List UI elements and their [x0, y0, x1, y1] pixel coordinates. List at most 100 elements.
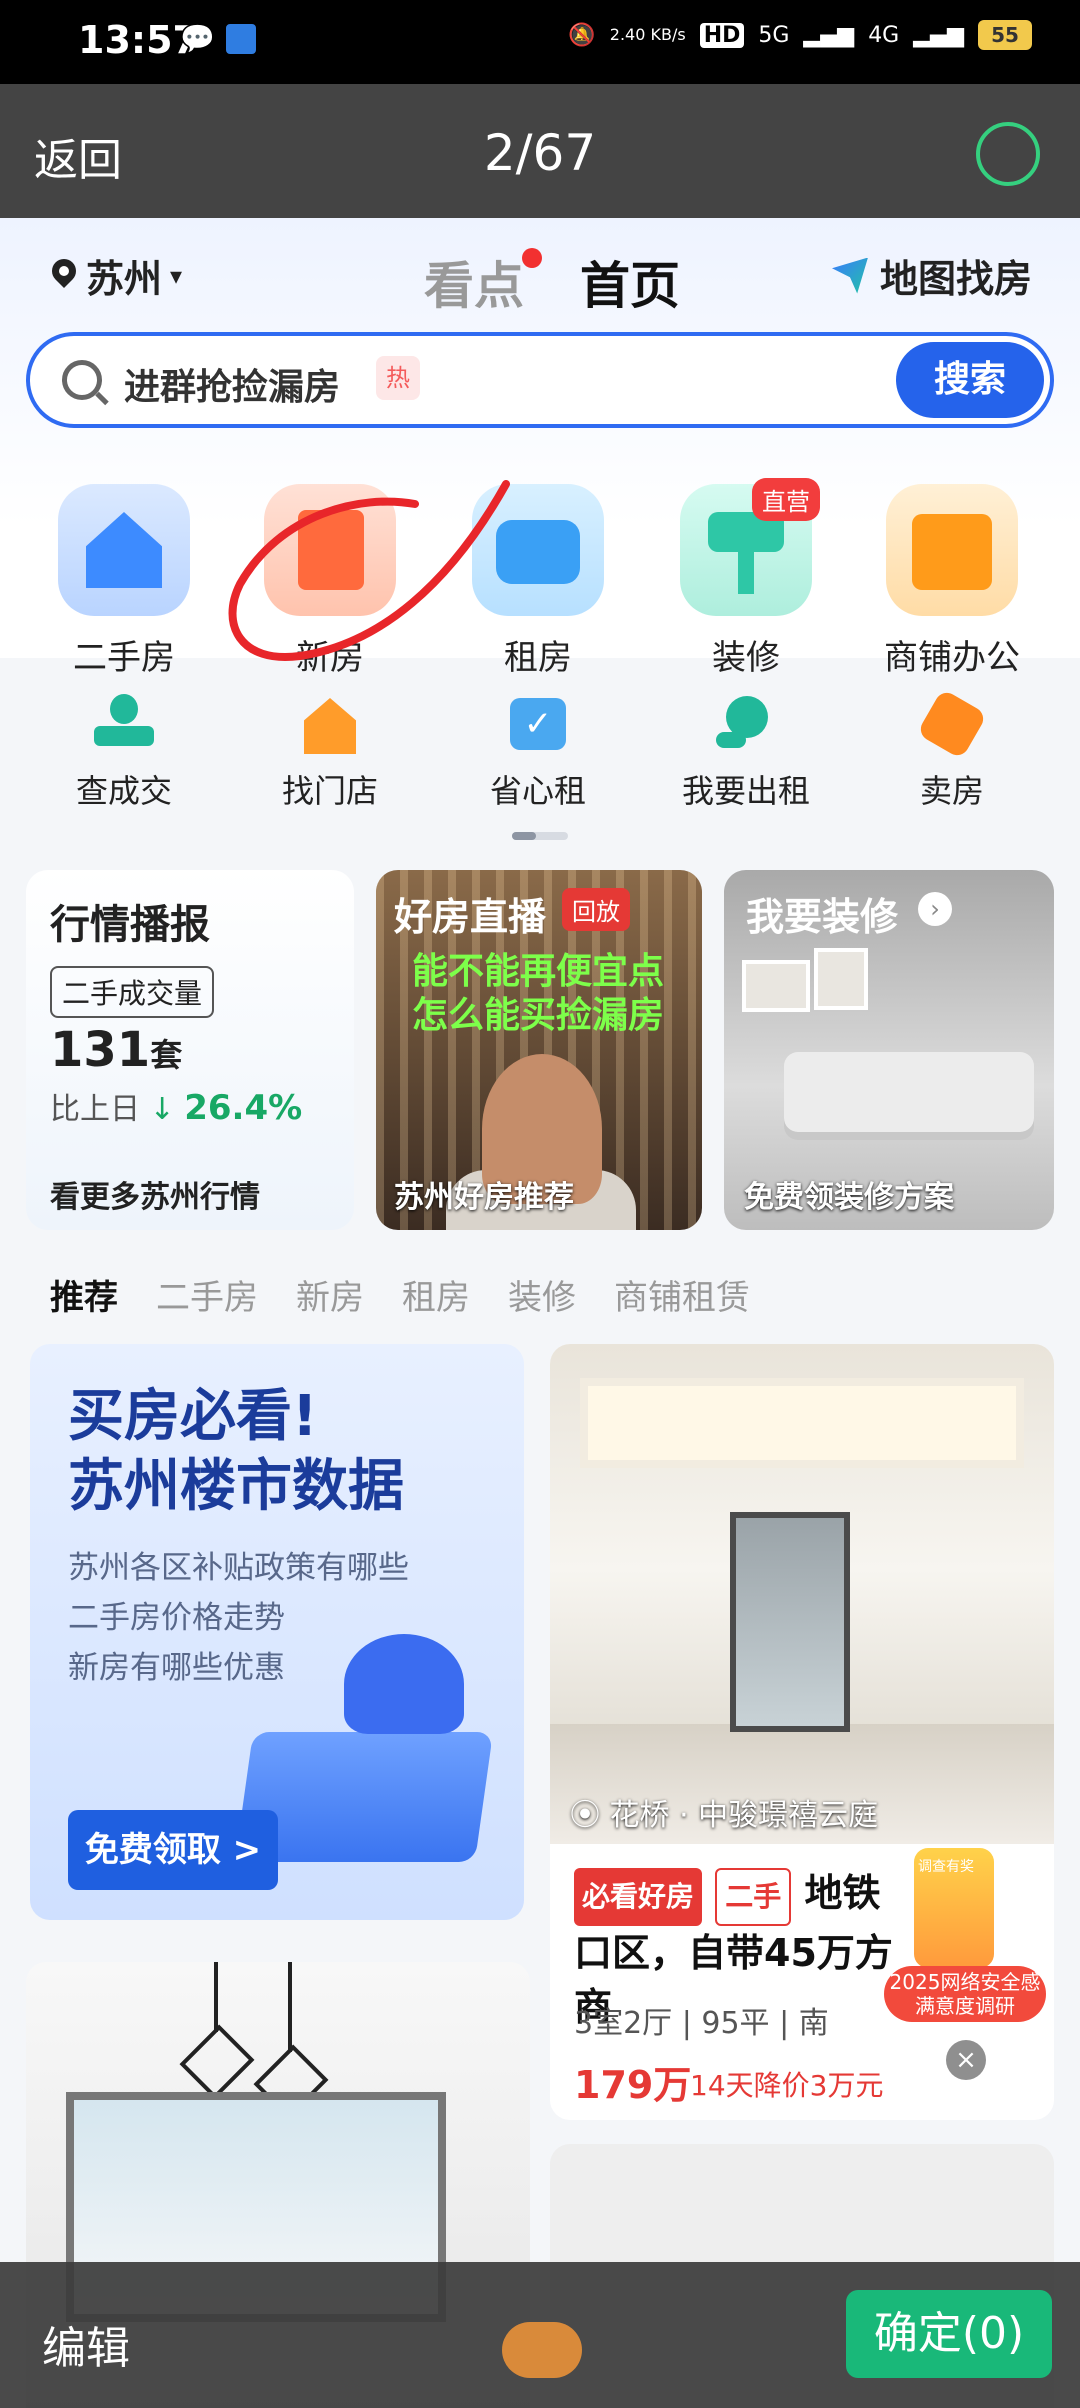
live-title: 好房直播 — [394, 895, 547, 939]
select-circle[interactable] — [976, 122, 1040, 186]
map-pointer-icon — [831, 257, 868, 294]
pendant-lamp-icon — [179, 2024, 255, 2100]
tab-watch[interactable]: 看点 — [424, 246, 542, 318]
sub-label: 找门店 — [281, 772, 378, 810]
category-shop-office[interactable]: 商铺办公 — [852, 484, 1052, 679]
mascot-illustration — [344, 1634, 464, 1734]
signal-bars-icon: ▂▄▆ — [803, 22, 855, 48]
tag-icon — [916, 688, 988, 760]
location-pin-icon: ⦿ — [570, 1798, 600, 1833]
image-counter: 2/67 — [483, 124, 597, 182]
location-pin-icon — [50, 259, 78, 293]
market-report-card[interactable]: 行情播报 二手成交量 131套 比上日 ↓ 26.4% 看更多苏州行情 — [26, 870, 354, 1230]
sub-find-store[interactable]: 找门店 — [230, 694, 430, 812]
promo-card[interactable]: 买房必看! 苏州楼市数据 苏州各区补贴政策有哪些 二手房价格走势 新房有哪些优惠… — [30, 1344, 524, 1920]
listing-card[interactable]: ⦿ 花桥 · 中骏璟禧云庭 必看好房 二手 地铁口区，自带45万方商 3室2厅 … — [550, 1344, 1054, 2120]
search-button[interactable]: 搜索 — [896, 342, 1044, 418]
decor-title: 我要装修 — [746, 895, 899, 939]
sub-list-rental[interactable]: 我要出租 — [646, 694, 846, 812]
signal-4g: 4G — [868, 22, 900, 48]
survey-label: 2025网络安全感 满意度调研 — [884, 1966, 1046, 2022]
market-pill: 二手成交量 — [50, 966, 215, 1018]
secondhand-tag: 二手 — [715, 1868, 792, 1926]
survey-floating-ad[interactable]: 调查有奖 2025网络安全感 满意度调研 — [884, 1848, 1046, 2028]
listing-location-text: 花桥 · 中骏璟禧云庭 — [609, 1798, 879, 1833]
category-secondhand[interactable]: 二手房 — [24, 484, 224, 679]
check-card-icon: ✓ — [502, 694, 574, 758]
viewer-top-bar: 返回 2/67 — [0, 84, 1080, 218]
city-name: 苏州 — [86, 257, 163, 301]
decor-bottom-label: 免费领装修方案 — [744, 1180, 954, 1215]
shop-icon — [886, 484, 1018, 616]
status-right: 🔕 2.40 KB/s HD 5G ▂▄▆ 4G ▂▄▆ 55 — [568, 20, 1032, 50]
app-screen: 苏州 ▾ 看点 首页 地图找房 进群抢捡漏房 热 搜索 二手房 新房 租房 直营… — [0, 218, 1080, 2408]
mute-icon: 🔕 — [568, 22, 596, 48]
category-decoration[interactable]: 直营 装修 — [646, 478, 846, 679]
signal-5g: 5G — [758, 22, 790, 48]
survey-line-1: 2025网络安全感 — [889, 1970, 1041, 1994]
market-count-value: 131 — [50, 1022, 151, 1078]
map-search-link[interactable]: 地图找房 — [831, 248, 1032, 303]
close-icon[interactable]: × — [946, 2040, 986, 2080]
tab-watch-label: 看点 — [424, 257, 524, 315]
filter-tab-recommend[interactable]: 推荐 — [50, 1270, 118, 1319]
live-caption-2: 怎么能买捡漏房 — [412, 995, 665, 1036]
stamp-icon — [88, 694, 160, 758]
wall-picture-2 — [814, 948, 868, 1010]
sub-label: 我要出租 — [681, 772, 810, 810]
signal-bars-icon-2: ▂▄▆ — [913, 22, 964, 48]
store-search-icon — [294, 694, 366, 758]
promo-bullet-3: 新房有哪些优惠 — [68, 1650, 285, 1686]
market-count: 131套 — [50, 1022, 182, 1078]
sub-label: 卖房 — [919, 772, 984, 810]
sub-sell-home[interactable]: 卖房 — [852, 688, 1052, 812]
paint-roller-icon: 直营 — [680, 478, 820, 616]
status-bar: 13:57 💬 🔕 2.40 KB/s HD 5G ▂▄▆ 4G ▂▄▆ 55 — [0, 0, 1080, 84]
filter-tab-decoration[interactable]: 装修 — [508, 1270, 576, 1319]
edit-button[interactable]: 编辑 — [42, 2312, 130, 2376]
promo-headline-1: 买房必看! — [68, 1384, 318, 1449]
room-window — [730, 1512, 850, 1732]
map-search-label: 地图找房 — [879, 257, 1032, 301]
sub-deal-query[interactable]: 查成交 — [24, 694, 224, 812]
market-compare: 比上日 ↓ 26.4% — [50, 1084, 302, 1128]
phone-illustration-icon: 调查有奖 — [914, 1848, 994, 1968]
hd-badge: HD — [699, 22, 745, 48]
direct-badge: 直营 — [752, 478, 820, 521]
confirm-button[interactable]: 确定(0) — [846, 2290, 1052, 2378]
filter-tab-secondhand[interactable]: 二手房 — [156, 1270, 258, 1319]
replay-badge: 回放 — [562, 888, 630, 931]
filter-tab-newhome[interactable]: 新房 — [296, 1270, 364, 1319]
filter-tab-shop-rent[interactable]: 商铺租赁 — [614, 1270, 750, 1319]
house-icon — [58, 484, 190, 616]
promo-bullet-1: 苏州各区补贴政策有哪些 — [68, 1550, 409, 1586]
market-title: 行情播报 — [50, 902, 210, 948]
wall-picture — [742, 960, 810, 1012]
market-more-link[interactable]: 看更多苏州行情 — [50, 1172, 260, 1216]
listing-spec: 3室2厅 | 95平 | 南 — [574, 2006, 829, 2041]
search-bar[interactable]: 进群抢捡漏房 热 搜索 — [26, 332, 1054, 428]
sub-easy-rent[interactable]: ✓ 省心租 — [438, 694, 638, 812]
tab-home[interactable]: 首页 — [580, 246, 680, 318]
category-label: 商铺办公 — [884, 638, 1020, 678]
promo-headline: 买房必看! 苏州楼市数据 — [68, 1382, 404, 1522]
city-selector[interactable]: 苏州 ▾ — [50, 248, 182, 303]
listing-location: ⦿ 花桥 · 中骏璟禧云庭 — [570, 1790, 878, 1834]
market-compare-label: 比上日 — [50, 1092, 140, 1127]
sub-label: 查成交 — [75, 772, 172, 810]
search-input[interactable]: 进群抢捡漏房 — [124, 358, 340, 410]
promo-claim-button[interactable]: 免费领取 > — [68, 1810, 278, 1890]
promo-headline-2: 苏州楼市数据 — [68, 1454, 404, 1519]
sofa-image — [784, 1052, 1034, 1132]
filter-tab-rent[interactable]: 租房 — [402, 1270, 470, 1319]
red-annotation-scribble — [228, 480, 510, 662]
live-stream-card[interactable]: 好房直播 回放 能不能再便宜点 怎么能买捡漏房 苏州好房推荐 — [376, 870, 702, 1230]
listing-photo: ⦿ 花桥 · 中骏璟禧云庭 — [550, 1344, 1054, 1844]
arrow-down-icon: ↓ — [149, 1092, 175, 1127]
feed-filter-tabs: 推荐 二手房 新房 租房 装修 商铺租赁 — [50, 1270, 750, 1319]
survey-top-label: 调查有奖 — [918, 1859, 974, 1875]
category-pager — [512, 832, 568, 840]
decoration-card[interactable]: 我要装修 › 免费领装修方案 — [724, 870, 1054, 1230]
promo-bullet-2: 二手房价格走势 — [68, 1600, 285, 1636]
market-count-unit: 套 — [150, 1036, 183, 1074]
